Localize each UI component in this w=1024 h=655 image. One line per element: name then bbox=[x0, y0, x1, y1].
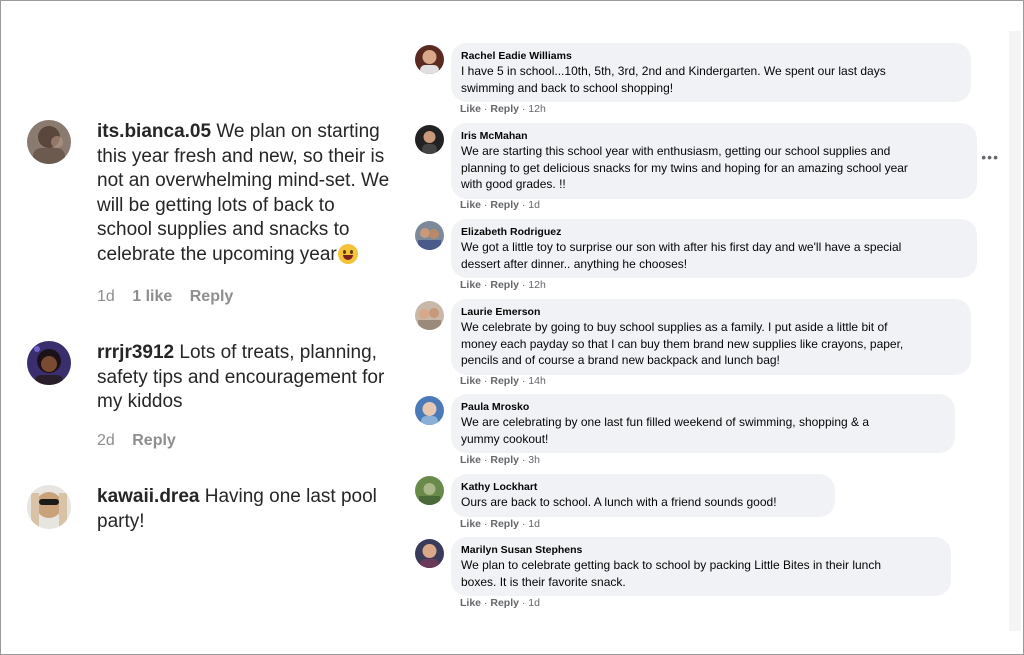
comment-bubble: Paula Mrosko We are celebrating by one l… bbox=[451, 394, 955, 453]
comment-line: We are starting this school year with en… bbox=[461, 144, 891, 158]
avatar[interactable] bbox=[27, 120, 71, 164]
commenter-name[interactable]: Elizabeth Rodriguez bbox=[461, 225, 967, 239]
avatar[interactable] bbox=[27, 341, 71, 385]
comment-actions: Like · Reply · 1d bbox=[460, 518, 540, 530]
comment-line: We celebrate by going to buy school supp… bbox=[461, 320, 888, 334]
avatar[interactable] bbox=[415, 539, 444, 568]
comment-line: I have 5 in school...10th, 5th, 3rd, 2nd… bbox=[461, 64, 886, 78]
reply-button[interactable]: Reply bbox=[490, 375, 519, 387]
reply-button[interactable]: Reply bbox=[490, 597, 519, 609]
comment-actions: Like · Reply · 1d bbox=[460, 597, 540, 609]
commenter-name[interactable]: Iris McMahan bbox=[461, 129, 967, 143]
ig-username[interactable]: rrrjr3912 bbox=[97, 342, 174, 363]
comment-time: 12h bbox=[528, 279, 546, 291]
comment-line: yummy cookout! bbox=[461, 431, 549, 446]
comment-line: pencils and of course a brand new backpa… bbox=[461, 353, 780, 367]
reply-button[interactable]: Reply bbox=[190, 288, 234, 305]
reply-button[interactable]: Reply bbox=[490, 518, 519, 530]
avatar[interactable] bbox=[415, 221, 444, 250]
ig-username[interactable]: kawaii.drea bbox=[97, 486, 199, 507]
like-button[interactable]: Like bbox=[460, 279, 481, 291]
commenter-name[interactable]: Paula Mrosko bbox=[461, 400, 945, 414]
comment-bubble: Elizabeth Rodriguez We got a little toy … bbox=[451, 219, 977, 278]
comment-time: 1d bbox=[528, 518, 540, 530]
avatar[interactable] bbox=[415, 301, 444, 330]
comment-actions: Like · Reply · 3h bbox=[460, 454, 540, 466]
comment-bubble: Rachel Eadie Williams I have 5 in school… bbox=[451, 43, 971, 102]
commenter-name[interactable]: Laurie Emerson bbox=[461, 305, 961, 319]
commenter-name[interactable]: Kathy Lockhart bbox=[461, 480, 825, 494]
comment-line: We plan to celebrate getting back to sch… bbox=[461, 558, 882, 572]
ig-comment-text: its.bianca.05 We plan on starting this y… bbox=[97, 120, 392, 267]
comment-body: We got a little toy to surprise our son … bbox=[461, 239, 967, 272]
reply-button[interactable]: Reply bbox=[132, 432, 176, 449]
more-options-icon[interactable]: ••• bbox=[981, 149, 999, 165]
ig-comment-meta: 2d Reply bbox=[97, 432, 189, 450]
ig-username[interactable]: its.bianca.05 bbox=[97, 121, 211, 142]
commenter-name[interactable]: Rachel Eadie Williams bbox=[461, 49, 961, 63]
comment-time: 1d bbox=[97, 288, 115, 305]
comment-actions: Like · Reply · 1d bbox=[460, 199, 540, 211]
comment-body: We are starting this school year with en… bbox=[461, 143, 967, 193]
avatar[interactable] bbox=[27, 485, 71, 529]
ig-comment-meta: 1d 1 like Reply bbox=[97, 288, 246, 306]
comment-actions: Like · Reply · 14h bbox=[460, 375, 546, 387]
comment-actions: Like · Reply · 12h bbox=[460, 103, 546, 115]
scrollbar[interactable] bbox=[1009, 31, 1021, 631]
likes-count-link[interactable]: 1 like bbox=[132, 288, 172, 305]
like-button[interactable]: Like bbox=[460, 518, 481, 530]
comment-line: money each payday so that I can buy them… bbox=[461, 336, 904, 351]
yum-face-emoji-icon bbox=[337, 243, 358, 264]
comment-time: 1d bbox=[528, 597, 540, 609]
comment-body: I have 5 in school...10th, 5th, 3rd, 2nd… bbox=[461, 63, 961, 96]
comment-line: We got a little toy to surprise our son … bbox=[461, 240, 902, 254]
comment-line: with good grades. !! bbox=[461, 177, 566, 191]
comment-line: We are celebrating by one last fun fille… bbox=[461, 415, 870, 429]
reply-button[interactable]: Reply bbox=[490, 454, 519, 466]
comment-body: We plan to celebrate getting back to sch… bbox=[461, 557, 941, 590]
comment-bubble: Kathy Lockhart Ours are back to school. … bbox=[451, 474, 835, 517]
comment-time: 3h bbox=[528, 454, 540, 466]
comment-time: 1d bbox=[528, 199, 540, 211]
reply-button[interactable]: Reply bbox=[490, 199, 519, 211]
comment-body: We are celebrating by one last fun fille… bbox=[461, 414, 945, 447]
ig-comment-text: kawaii.drea Having one last pool party! bbox=[97, 485, 392, 534]
comment-body: Ours are back to school. A lunch with a … bbox=[461, 494, 825, 511]
reply-button[interactable]: Reply bbox=[490, 103, 519, 115]
screenshot-frame: its.bianca.05 We plan on starting this y… bbox=[0, 0, 1024, 655]
reply-button[interactable]: Reply bbox=[490, 279, 519, 291]
ig-comment-body: We plan on starting this year fresh and … bbox=[97, 121, 390, 265]
comment-bubble: Marilyn Susan Stephens We plan to celebr… bbox=[451, 537, 951, 596]
like-button[interactable]: Like bbox=[460, 103, 481, 115]
comment-body: We celebrate by going to buy school supp… bbox=[461, 319, 961, 369]
like-button[interactable]: Like bbox=[460, 597, 481, 609]
avatar[interactable] bbox=[415, 476, 444, 505]
comment-line: Ours are back to school. A lunch with a … bbox=[461, 495, 777, 509]
comment-time: 12h bbox=[528, 103, 546, 115]
like-button[interactable]: Like bbox=[460, 199, 481, 211]
comment-bubble: Iris McMahan We are starting this school… bbox=[451, 123, 977, 199]
comment-line: swimming and back to school shopping! bbox=[461, 80, 674, 95]
avatar[interactable] bbox=[415, 45, 444, 74]
comment-time: 14h bbox=[528, 375, 546, 387]
comment-line: planning to get delicious snacks for my … bbox=[461, 160, 908, 175]
avatar[interactable] bbox=[415, 396, 444, 425]
commenter-name[interactable]: Marilyn Susan Stephens bbox=[461, 543, 941, 557]
comment-time: 2d bbox=[97, 432, 115, 449]
like-button[interactable]: Like bbox=[460, 375, 481, 387]
comment-line: dessert after dinner.. anything he choos… bbox=[461, 256, 688, 271]
ig-comment-text: rrrjr3912 Lots of treats, planning, safe… bbox=[97, 341, 392, 415]
comment-actions: Like · Reply · 12h bbox=[460, 279, 546, 291]
like-button[interactable]: Like bbox=[460, 454, 481, 466]
comment-bubble: Laurie Emerson We celebrate by going to … bbox=[451, 299, 971, 375]
avatar[interactable] bbox=[415, 125, 444, 154]
comment-line: boxes. It is their favorite snack. bbox=[461, 574, 626, 589]
